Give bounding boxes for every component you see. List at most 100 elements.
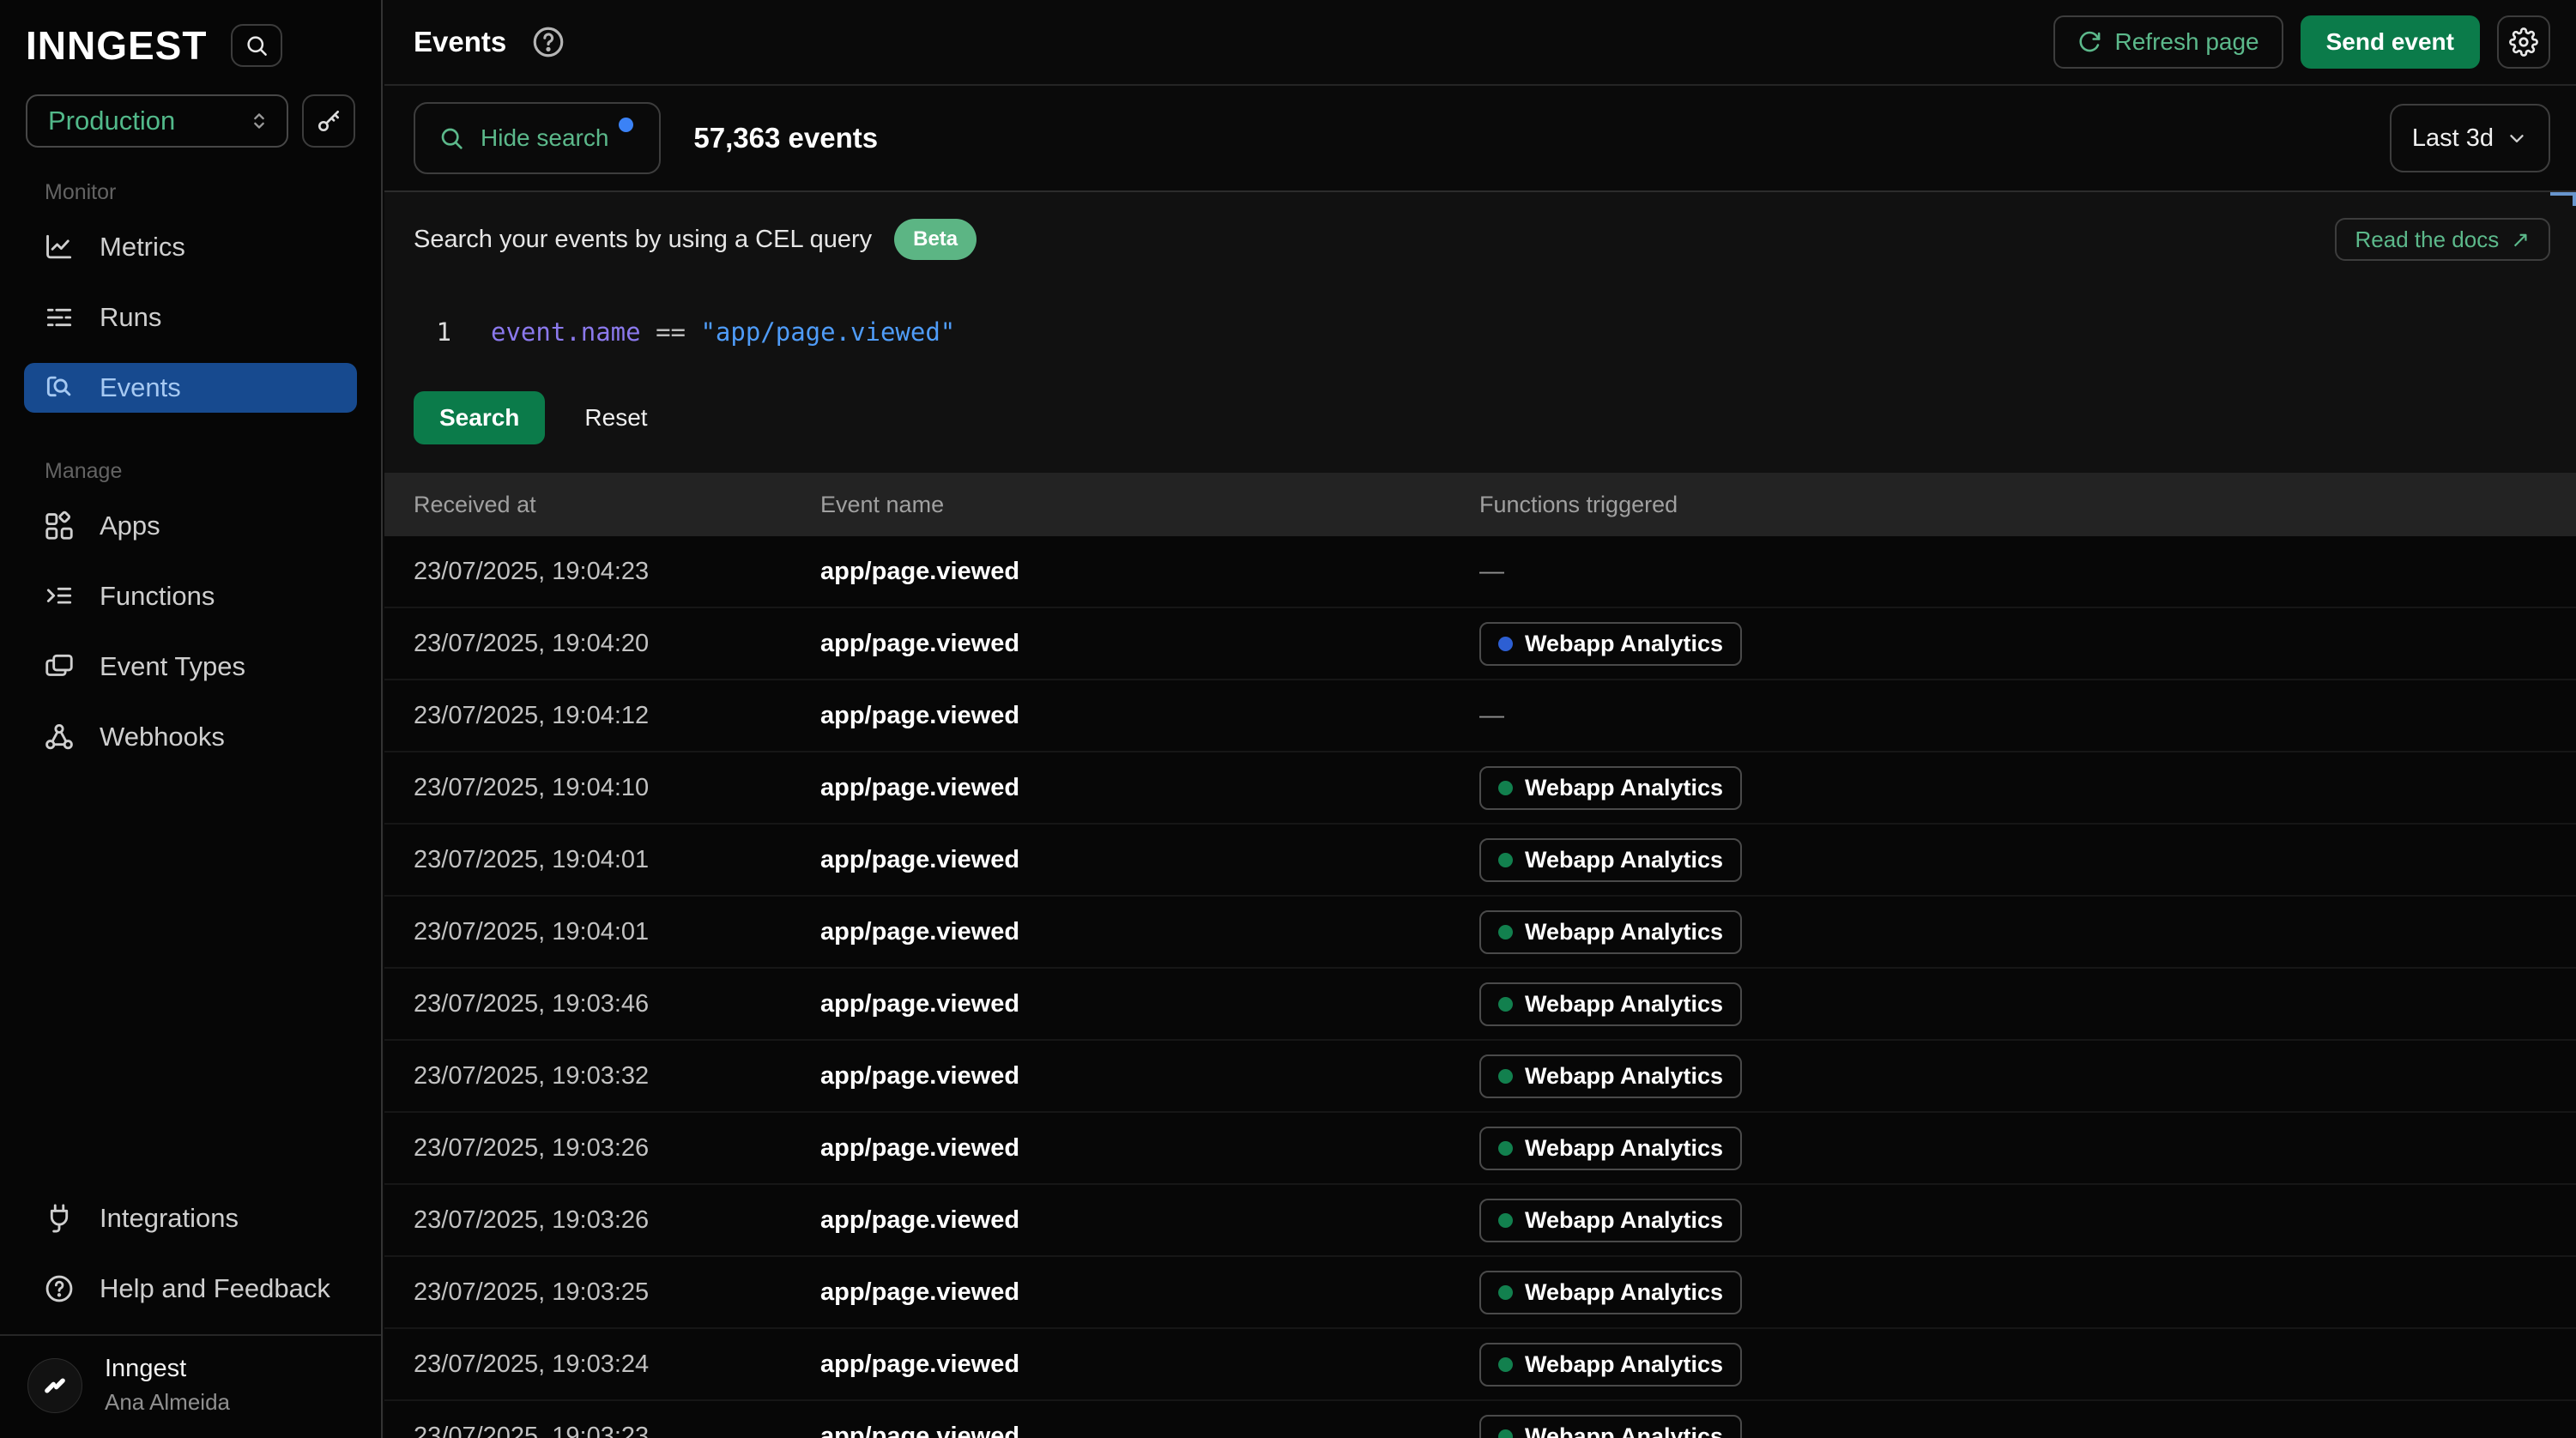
sidebar-item-label: Runs (100, 302, 161, 333)
page-help-icon[interactable] (530, 24, 566, 60)
function-badge[interactable]: Webapp Analytics (1479, 1054, 1742, 1098)
editor-focus-corner (2550, 192, 2576, 206)
sidebar-item-webhooks[interactable]: Webhooks (24, 712, 357, 762)
function-badge[interactable]: Webapp Analytics (1479, 910, 1742, 954)
main-content: Events Refresh page Send event (384, 0, 2576, 1438)
table-row[interactable]: 23/07/2025, 19:04:10app/page.viewedWebap… (384, 752, 2576, 825)
line-number: 1 (414, 317, 451, 347)
cell-functions-triggered: Webapp Analytics (1479, 910, 2576, 954)
cell-event-name: app/page.viewed (820, 774, 1479, 802)
event-keys-button[interactable] (302, 94, 355, 148)
sidebar-item-label: Integrations (100, 1203, 239, 1234)
cel-query-editor[interactable]: 1 event.name == "app/page.viewed" (414, 317, 2550, 347)
sidebar-item-help-and-feedback[interactable]: Help and Feedback (24, 1264, 357, 1314)
sidebar-item-label: Functions (100, 581, 215, 612)
search-button[interactable]: Search (414, 391, 545, 444)
function-badge[interactable]: Webapp Analytics (1479, 1271, 1742, 1314)
time-range-dropdown[interactable]: Last 3d (2390, 104, 2550, 172)
cell-functions-triggered: Webapp Analytics (1479, 1343, 2576, 1387)
refresh-page-button[interactable]: Refresh page (2053, 15, 2283, 69)
sidebar-item-integrations[interactable]: Integrations (24, 1193, 357, 1243)
read-the-docs-button[interactable]: Read the docs ↗ (2335, 218, 2550, 261)
empty-cell-dash: — (1479, 558, 1504, 585)
cell-functions-triggered: Webapp Analytics (1479, 1271, 2576, 1314)
table-row[interactable]: 23/07/2025, 19:04:01app/page.viewedWebap… (384, 825, 2576, 897)
sidebar-item-runs[interactable]: Runs (24, 293, 357, 342)
profile-menu[interactable]: Inngest Ana Almeida (24, 1336, 357, 1438)
settings-button[interactable] (2497, 15, 2550, 69)
sidebar-item-label: Events (100, 372, 181, 403)
function-status-dot (1498, 1213, 1513, 1228)
function-badge[interactable]: Webapp Analytics (1479, 1199, 1742, 1242)
refresh-icon (2077, 30, 2101, 54)
table-row[interactable]: 23/07/2025, 19:04:01app/page.viewedWebap… (384, 897, 2576, 969)
code-operator: == (641, 317, 701, 347)
event-search-icon (43, 372, 76, 404)
code-property: event.name (491, 317, 641, 347)
table-row[interactable]: 23/07/2025, 19:03:32app/page.viewedWebap… (384, 1041, 2576, 1113)
table-row[interactable]: 23/07/2025, 19:03:46app/page.viewedWebap… (384, 969, 2576, 1041)
cell-received-at: 23/07/2025, 19:03:25 (384, 1278, 820, 1307)
function-badge[interactable]: Webapp Analytics (1479, 766, 1742, 810)
search-button-label: Search (439, 404, 519, 432)
sidebar-item-label: Apps (100, 511, 160, 541)
table-row[interactable]: 23/07/2025, 19:03:26app/page.viewedWebap… (384, 1113, 2576, 1185)
notification-dot (619, 118, 633, 132)
function-status-dot (1498, 1141, 1513, 1156)
sidebar-footer: Integrations Help and Feedback Inngest An… (0, 1193, 381, 1438)
nav-section-label: Monitor (45, 180, 357, 205)
function-badge-label: Webapp Analytics (1525, 1279, 1723, 1306)
cell-received-at: 23/07/2025, 19:03:23 (384, 1423, 820, 1438)
function-badge[interactable]: Webapp Analytics (1479, 1343, 1742, 1387)
cell-event-name: app/page.viewed (820, 630, 1479, 658)
send-event-label: Send event (2326, 28, 2454, 56)
cell-received-at: 23/07/2025, 19:04:23 (384, 558, 820, 586)
table-row[interactable]: 23/07/2025, 19:04:12app/page.viewed— (384, 680, 2576, 752)
cell-functions-triggered: — (1479, 558, 2576, 586)
sidebar-item-functions[interactable]: Functions (24, 571, 357, 621)
hide-search-label: Hide search (481, 124, 608, 152)
function-badge-label: Webapp Analytics (1525, 1423, 1723, 1438)
table-row[interactable]: 23/07/2025, 19:04:23app/page.viewed— (384, 536, 2576, 608)
avatar (27, 1358, 82, 1413)
sidebar-item-label: Metrics (100, 232, 185, 263)
profile-user: Ana Almeida (105, 1389, 230, 1416)
function-badge[interactable]: Webapp Analytics (1479, 622, 1742, 666)
table-row[interactable]: 23/07/2025, 19:03:25app/page.viewedWebap… (384, 1257, 2576, 1329)
sidebar-item-event-types[interactable]: Event Types (24, 642, 357, 692)
sidebar-item-events[interactable]: Events (24, 363, 357, 413)
function-badge[interactable]: Webapp Analytics (1479, 1415, 1742, 1438)
search-icon (244, 33, 269, 58)
cell-received-at: 23/07/2025, 19:04:12 (384, 702, 820, 730)
table-row[interactable]: 23/07/2025, 19:03:23app/page.viewed Webap… (384, 1401, 2576, 1438)
cell-event-name: app/page.viewed (820, 918, 1479, 946)
function-badge[interactable]: Webapp Analytics (1479, 1127, 1742, 1170)
cell-received-at: 23/07/2025, 19:03:24 (384, 1350, 820, 1379)
table-row[interactable]: 23/07/2025, 19:04:20app/page.viewedWebap… (384, 608, 2576, 680)
cell-received-at: 23/07/2025, 19:04:01 (384, 918, 820, 946)
environment-selector[interactable]: Production (26, 94, 288, 148)
cell-event-name: app/page.viewed (820, 702, 1479, 730)
table-row[interactable]: 23/07/2025, 19:03:26app/page.viewedWebap… (384, 1185, 2576, 1257)
function-badge[interactable]: Webapp Analytics (1479, 838, 1742, 882)
sidebar-item-metrics[interactable]: Metrics (24, 222, 357, 272)
global-search-button[interactable] (231, 24, 282, 67)
table-row[interactable]: 23/07/2025, 19:03:24app/page.viewedWebap… (384, 1329, 2576, 1401)
cell-received-at: 23/07/2025, 19:03:26 (384, 1206, 820, 1235)
help-icon (43, 1272, 76, 1305)
cell-event-name: app/page.viewed (820, 1350, 1479, 1379)
cell-event-name: app/page.viewed (820, 1423, 1479, 1438)
page-title: Events (414, 26, 506, 58)
hide-search-button[interactable]: Hide search (414, 102, 661, 174)
event-types-icon (43, 650, 76, 683)
reset-button[interactable]: Reset (584, 404, 647, 432)
send-event-button[interactable]: Send event (2301, 15, 2480, 69)
column-header-received-at: Received at (384, 492, 820, 518)
function-status-dot (1498, 781, 1513, 795)
sidebar-item-apps[interactable]: Apps (24, 501, 357, 551)
cell-received-at: 23/07/2025, 19:04:20 (384, 630, 820, 658)
sidebar-nav: MonitorMetricsRunsEventsManageAppsFuncti… (0, 148, 381, 782)
function-badge[interactable]: Webapp Analytics (1479, 982, 1742, 1026)
function-status-dot (1498, 637, 1513, 651)
time-range-value: Last 3d (2412, 124, 2494, 153)
